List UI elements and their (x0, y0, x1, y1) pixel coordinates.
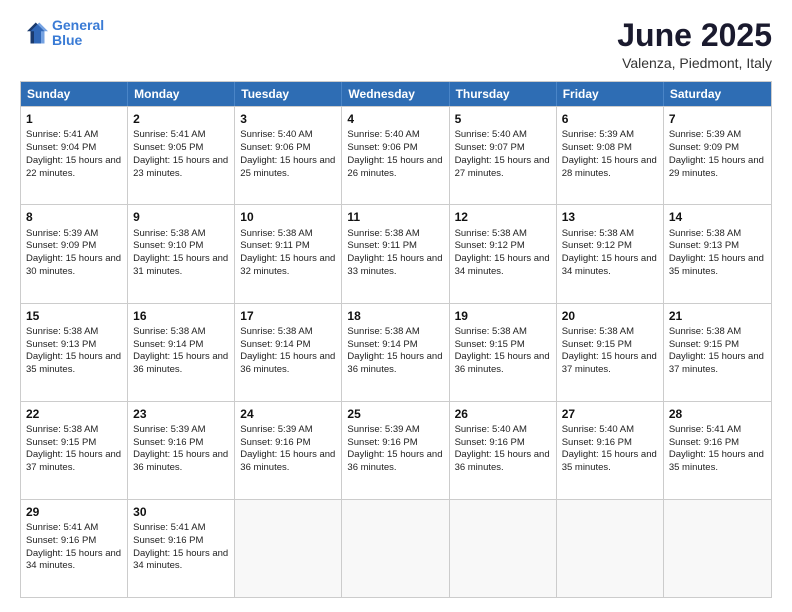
day-14: 14 Sunrise: 5:38 AM Sunset: 9:13 PM Dayl… (664, 205, 771, 302)
empty-cell-2 (342, 500, 449, 597)
day-24: 24 Sunrise: 5:39 AM Sunset: 9:16 PM Dayl… (235, 402, 342, 499)
day-22: 22 Sunrise: 5:38 AM Sunset: 9:15 PM Dayl… (21, 402, 128, 499)
header-tuesday: Tuesday (235, 82, 342, 106)
calendar: Sunday Monday Tuesday Wednesday Thursday… (20, 81, 772, 598)
day-27: 27 Sunrise: 5:40 AM Sunset: 9:16 PM Dayl… (557, 402, 664, 499)
day-6: 6 Sunrise: 5:39 AM Sunset: 9:08 PM Dayli… (557, 107, 664, 204)
day-3: 3 Sunrise: 5:40 AM Sunset: 9:06 PM Dayli… (235, 107, 342, 204)
day-17: 17 Sunrise: 5:38 AM Sunset: 9:14 PM Dayl… (235, 304, 342, 401)
day-25: 25 Sunrise: 5:39 AM Sunset: 9:16 PM Dayl… (342, 402, 449, 499)
page: General Blue June 2025 Valenza, Piedmont… (0, 0, 792, 612)
main-title: June 2025 (617, 18, 772, 53)
calendar-header: Sunday Monday Tuesday Wednesday Thursday… (21, 82, 771, 106)
header-friday: Friday (557, 82, 664, 106)
week-2: 8 Sunrise: 5:39 AM Sunset: 9:09 PM Dayli… (21, 204, 771, 302)
header-wednesday: Wednesday (342, 82, 449, 106)
logo-line2: Blue (52, 32, 82, 48)
day-20: 20 Sunrise: 5:38 AM Sunset: 9:15 PM Dayl… (557, 304, 664, 401)
subtitle: Valenza, Piedmont, Italy (617, 55, 772, 71)
title-section: June 2025 Valenza, Piedmont, Italy (617, 18, 772, 71)
day-2: 2 Sunrise: 5:41 AM Sunset: 9:05 PM Dayli… (128, 107, 235, 204)
day-5: 5 Sunrise: 5:40 AM Sunset: 9:07 PM Dayli… (450, 107, 557, 204)
logo-line1: General (52, 17, 104, 33)
day-8: 8 Sunrise: 5:39 AM Sunset: 9:09 PM Dayli… (21, 205, 128, 302)
empty-cell-1 (235, 500, 342, 597)
day-15: 15 Sunrise: 5:38 AM Sunset: 9:13 PM Dayl… (21, 304, 128, 401)
logo-icon (20, 19, 48, 47)
day-12: 12 Sunrise: 5:38 AM Sunset: 9:12 PM Dayl… (450, 205, 557, 302)
empty-cell-3 (450, 500, 557, 597)
day-1: 1 Sunrise: 5:41 AM Sunset: 9:04 PM Dayli… (21, 107, 128, 204)
day-21: 21 Sunrise: 5:38 AM Sunset: 9:15 PM Dayl… (664, 304, 771, 401)
empty-cell-5 (664, 500, 771, 597)
day-28: 28 Sunrise: 5:41 AM Sunset: 9:16 PM Dayl… (664, 402, 771, 499)
week-4: 22 Sunrise: 5:38 AM Sunset: 9:15 PM Dayl… (21, 401, 771, 499)
day-7: 7 Sunrise: 5:39 AM Sunset: 9:09 PM Dayli… (664, 107, 771, 204)
week-1: 1 Sunrise: 5:41 AM Sunset: 9:04 PM Dayli… (21, 106, 771, 204)
header-saturday: Saturday (664, 82, 771, 106)
day-10: 10 Sunrise: 5:38 AM Sunset: 9:11 PM Dayl… (235, 205, 342, 302)
logo: General Blue (20, 18, 104, 49)
day-9: 9 Sunrise: 5:38 AM Sunset: 9:10 PM Dayli… (128, 205, 235, 302)
day-13: 13 Sunrise: 5:38 AM Sunset: 9:12 PM Dayl… (557, 205, 664, 302)
day-26: 26 Sunrise: 5:40 AM Sunset: 9:16 PM Dayl… (450, 402, 557, 499)
logo-text: General Blue (52, 18, 104, 49)
day-18: 18 Sunrise: 5:38 AM Sunset: 9:14 PM Dayl… (342, 304, 449, 401)
day-23: 23 Sunrise: 5:39 AM Sunset: 9:16 PM Dayl… (128, 402, 235, 499)
day-19: 19 Sunrise: 5:38 AM Sunset: 9:15 PM Dayl… (450, 304, 557, 401)
day-29: 29 Sunrise: 5:41 AM Sunset: 9:16 PM Dayl… (21, 500, 128, 597)
header-monday: Monday (128, 82, 235, 106)
header-sunday: Sunday (21, 82, 128, 106)
empty-cell-4 (557, 500, 664, 597)
day-30: 30 Sunrise: 5:41 AM Sunset: 9:16 PM Dayl… (128, 500, 235, 597)
day-4: 4 Sunrise: 5:40 AM Sunset: 9:06 PM Dayli… (342, 107, 449, 204)
header-thursday: Thursday (450, 82, 557, 106)
day-11: 11 Sunrise: 5:38 AM Sunset: 9:11 PM Dayl… (342, 205, 449, 302)
week-3: 15 Sunrise: 5:38 AM Sunset: 9:13 PM Dayl… (21, 303, 771, 401)
header: General Blue June 2025 Valenza, Piedmont… (20, 18, 772, 71)
day-16: 16 Sunrise: 5:38 AM Sunset: 9:14 PM Dayl… (128, 304, 235, 401)
week-5: 29 Sunrise: 5:41 AM Sunset: 9:16 PM Dayl… (21, 499, 771, 597)
